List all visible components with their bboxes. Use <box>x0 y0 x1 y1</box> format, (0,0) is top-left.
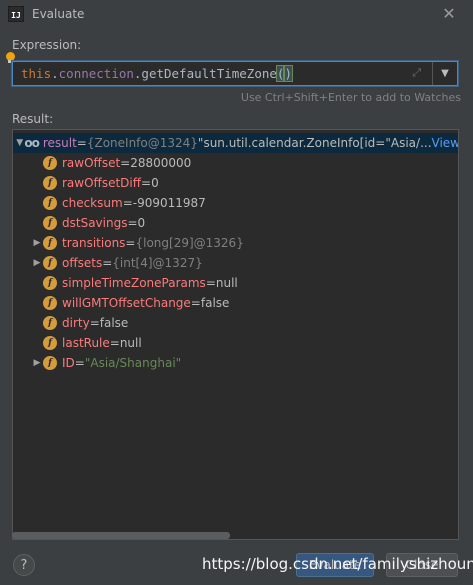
history-dropdown-button[interactable]: ▼ <box>432 62 457 85</box>
field-name: simpleTimeZoneParams <box>62 276 206 290</box>
field-icon: f <box>43 196 57 210</box>
expression-code[interactable]: this.connection.getDefaultTimeZone() <box>21 64 293 82</box>
horizontal-scrollbar[interactable] <box>12 532 230 539</box>
field-value: "sun.util.calendar.ZoneInfo[id="Asia/... <box>197 136 432 150</box>
expand-arrow-icon[interactable]: ▶ <box>31 358 43 368</box>
code-token: ) <box>283 64 293 82</box>
tree-row[interactable]: f lastRule = null <box>13 333 142 353</box>
equals-sign: = <box>141 176 152 190</box>
equals-sign: = <box>109 336 120 350</box>
result-tree[interactable]: ▼ oo result = {ZoneInfo@1324} "sun.util.ca… <box>12 129 459 540</box>
window-title: Evaluate <box>32 7 85 21</box>
code-token: this <box>21 65 52 81</box>
code-token: .getDefaultTimeZone <box>133 65 277 81</box>
equals-sign: = <box>122 196 133 210</box>
field-icon: f <box>43 336 57 350</box>
field-icon: f <box>43 236 57 250</box>
watch-result-icon: oo <box>24 136 39 150</box>
field-name: transitions <box>62 236 126 250</box>
code-token: connection <box>58 65 134 81</box>
expand-arrow-icon[interactable]: ▼ <box>15 138 24 148</box>
equals-sign: = <box>190 296 201 310</box>
equals-sign: = <box>76 136 87 150</box>
field-name: offsets <box>62 256 103 270</box>
field-value: false <box>99 316 129 330</box>
expand-arrow-icon[interactable]: ▶ <box>31 238 43 248</box>
equals-sign: = <box>74 356 85 370</box>
equals-sign: = <box>120 156 131 170</box>
equals-sign: = <box>102 256 113 270</box>
field-name: dstSavings <box>62 216 128 230</box>
expression-label: Expression: <box>12 38 82 52</box>
field-value: null <box>215 276 238 290</box>
field-value: 0 <box>137 216 146 230</box>
field-icon: f <box>43 216 57 230</box>
field-icon: f <box>43 256 57 270</box>
field-icon: f <box>43 156 57 170</box>
field-icon: f <box>43 296 57 310</box>
result-label: Result: <box>12 112 54 126</box>
field-name: willGMTOffsetChange <box>62 296 191 310</box>
tree-row[interactable]: f willGMTOffsetChange = false <box>13 293 229 313</box>
field-type: {ZoneInfo@1324} <box>86 136 198 150</box>
equals-sign: = <box>89 316 100 330</box>
watches-hint: Use Ctrl+Shift+Enter to add to Watches <box>240 91 461 104</box>
field-name: ID <box>62 356 75 370</box>
tree-row[interactable]: f dstSavings = 0 <box>13 213 145 233</box>
field-name: lastRule <box>62 336 110 350</box>
field-type: {int[4]@1327} <box>112 256 203 270</box>
field-type: {long[29]@1326} <box>135 236 244 250</box>
tree-row[interactable]: ▶ f offsets = {int[4]@1327} <box>13 253 203 273</box>
tree-row[interactable]: f dirty = false <box>13 313 128 333</box>
tree-row[interactable]: f simpleTimeZoneParams = null <box>13 273 238 293</box>
tree-row[interactable]: f checksum = -909011987 <box>13 193 206 213</box>
tree-row[interactable]: f rawOffset = 28800000 <box>13 153 191 173</box>
field-value: null <box>119 336 142 350</box>
expand-arrow-icon[interactable]: ▶ <box>31 258 43 268</box>
code-token: . <box>51 65 59 81</box>
field-icon: f <box>43 276 57 290</box>
equals-sign: = <box>205 276 216 290</box>
field-name: result <box>42 136 77 150</box>
field-value: 0 <box>151 176 159 190</box>
tree-row[interactable]: ▶ f transitions = {long[29]@1326} <box>13 233 244 253</box>
field-icon: f <box>43 316 57 330</box>
tree-row[interactable]: ▶ f ID = "Asia/Shanghai" <box>13 353 181 373</box>
field-name: rawOffset <box>62 156 121 170</box>
equals-sign: = <box>127 216 138 230</box>
field-name: rawOffsetDiff <box>62 176 141 190</box>
field-value: 28800000 <box>130 156 192 170</box>
tree-row[interactable]: f rawOffsetDiff = 0 <box>13 173 159 193</box>
tree-row-result[interactable]: ▼ oo result = {ZoneInfo@1324} "sun.util.ca… <box>13 133 458 153</box>
close-icon[interactable]: ✕ <box>439 4 459 24</box>
title-bar: IJ Evaluate ✕ <box>0 0 473 28</box>
intellij-app-icon: IJ <box>8 6 24 22</box>
help-button[interactable]: ? <box>13 554 35 576</box>
field-string-value: "Asia/Shanghai" <box>84 356 182 370</box>
field-name: dirty <box>62 316 90 330</box>
text-caret <box>291 66 293 82</box>
lightbulb-icon[interactable] <box>6 52 15 63</box>
field-icon: f <box>43 356 57 370</box>
equals-sign: = <box>125 236 136 250</box>
watermark-text: https://blog.csdn.net/familyshizhouna <box>202 555 473 573</box>
expression-field[interactable]: this.connection.getDefaultTimeZone() ⤢ ▼ <box>12 61 458 86</box>
expand-editor-icon[interactable]: ⤢ <box>412 66 421 80</box>
field-value: -909011987 <box>132 196 206 210</box>
field-name: checksum <box>62 196 123 210</box>
view-link[interactable]: View <box>432 136 458 150</box>
field-icon: f <box>43 176 57 190</box>
field-value: false <box>200 296 230 310</box>
